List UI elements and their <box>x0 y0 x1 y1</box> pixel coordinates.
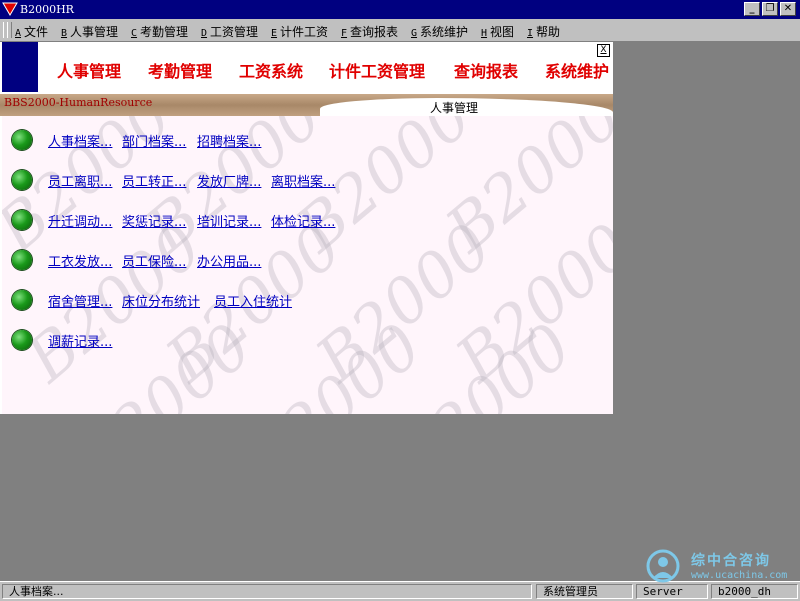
menu-accelerator: G <box>411 28 418 39</box>
function-link[interactable]: 招聘档案... <box>197 131 261 150</box>
minimize-button[interactable]: _ <box>744 2 760 16</box>
corner-logo-text: 综中合咨询 <box>691 553 771 569</box>
bullet-icon <box>12 210 32 230</box>
function-link[interactable]: 离职档案... <box>271 171 335 190</box>
menu-label: 查询报表 <box>350 25 399 39</box>
module-caption: BBS2000-HumanResource <box>4 96 153 109</box>
status-server: Server <box>636 584 708 599</box>
menu-item[interactable]: H 视图 <box>481 23 514 40</box>
menu-label: 帮助 <box>536 25 561 39</box>
function-link[interactable]: 工衣发放... <box>48 251 112 270</box>
function-link[interactable]: 员工保险... <box>122 251 186 270</box>
section-title: 人事管理 <box>430 101 479 115</box>
function-link[interactable]: 人事档案... <box>48 131 112 150</box>
menu-label: 系统维护 <box>420 25 469 39</box>
menu-accelerator: A <box>15 28 22 39</box>
corner-logo-url: www.ucachina.com <box>691 570 788 581</box>
menu-item[interactable]: B 人事管理 <box>61 23 118 40</box>
bullet-icon <box>12 330 32 350</box>
nav-tab[interactable]: 人事管理 <box>57 58 121 82</box>
function-link[interactable]: 体检记录... <box>271 211 335 230</box>
function-link[interactable]: 办公用品... <box>197 251 261 270</box>
menu-item[interactable]: F 查询报表 <box>341 23 398 40</box>
nav-tab[interactable]: 考勤管理 <box>148 58 212 82</box>
function-link[interactable]: 床位分布统计 <box>122 291 200 310</box>
menu-item[interactable]: D 工资管理 <box>201 23 258 40</box>
menu-item[interactable]: E 计件工资 <box>271 23 328 40</box>
menu-accelerator: H <box>481 28 488 39</box>
menu-item[interactable]: G 系统维护 <box>411 23 468 40</box>
menu-label: 考勤管理 <box>140 25 189 39</box>
bullet-icon <box>12 130 32 150</box>
menu-accelerator: I <box>527 28 534 39</box>
menu-label: 视图 <box>490 25 515 39</box>
window-title: B2000HR <box>20 3 74 16</box>
menu-item[interactable]: C 考勤管理 <box>131 23 188 40</box>
function-link[interactable]: 部门档案... <box>122 131 186 150</box>
function-link[interactable]: 员工入住统计 <box>214 291 292 310</box>
status-database: b2000_dh <box>711 584 798 599</box>
app-icon[interactable] <box>2 1 18 17</box>
menu-label: 工资管理 <box>210 25 259 39</box>
menu-label: 计件工资 <box>280 25 329 39</box>
function-panel: B2000 B2000 B2000 B2000 B2000 B2000 B2000 B2000… <box>2 116 613 414</box>
menu-accelerator: C <box>131 28 138 39</box>
status-user: 系统管理员 <box>536 584 633 599</box>
function-link[interactable]: 员工离职... <box>48 171 112 190</box>
menu-accelerator: B <box>61 28 68 39</box>
menu-label: 文件 <box>24 25 49 39</box>
close-button[interactable]: ✕ <box>780 2 796 16</box>
function-link[interactable]: 奖惩记录... <box>122 211 186 230</box>
nav-tab[interactable]: 查询报表 <box>454 58 518 82</box>
bullet-icon <box>12 170 32 190</box>
corner-logo: 综中合咨询 www.ucachina.com <box>645 548 795 584</box>
child-close-button[interactable]: X <box>597 44 610 57</box>
bullet-icon <box>12 290 32 310</box>
nav-tab[interactable]: 计件工资管理 <box>329 58 425 82</box>
toolbar-grip[interactable] <box>7 22 12 38</box>
menu-accelerator: F <box>341 28 348 39</box>
function-link[interactable]: 员工转正... <box>122 171 186 190</box>
globe-icon <box>646 549 680 583</box>
menu-accelerator: D <box>201 28 208 39</box>
menu-item[interactable]: A 文件 <box>15 23 48 40</box>
function-link[interactable]: 调薪记录... <box>48 331 112 350</box>
menu-item[interactable]: I 帮助 <box>527 23 560 40</box>
status-bar: 人事档案... 系统管理员 Server b2000_dh <box>0 581 800 601</box>
menu-bar: A 文件 B 人事管理 C 考勤管理 D 工资管理 E 计件工资 F 查询报表 G 系统维护 H 视图 I 帮助 <box>0 19 800 42</box>
menu-label: 人事管理 <box>70 25 119 39</box>
nav-tab[interactable]: 工资系统 <box>239 58 303 82</box>
menu-accelerator: E <box>271 28 278 39</box>
restore-button[interactable]: ❐ <box>762 2 778 16</box>
function-link[interactable]: 宿舍管理... <box>48 291 112 310</box>
function-link[interactable]: 升迁调动... <box>48 211 112 230</box>
status-message: 人事档案... <box>2 584 532 599</box>
bullet-icon <box>12 250 32 270</box>
banner-logo-block <box>2 42 38 92</box>
function-link[interactable]: 发放厂牌... <box>197 171 261 190</box>
function-link[interactable]: 培训记录... <box>197 211 261 230</box>
nav-tab[interactable]: 系统维护 <box>545 58 609 82</box>
title-bar: B2000HR _ ❐ ✕ <box>0 0 800 19</box>
